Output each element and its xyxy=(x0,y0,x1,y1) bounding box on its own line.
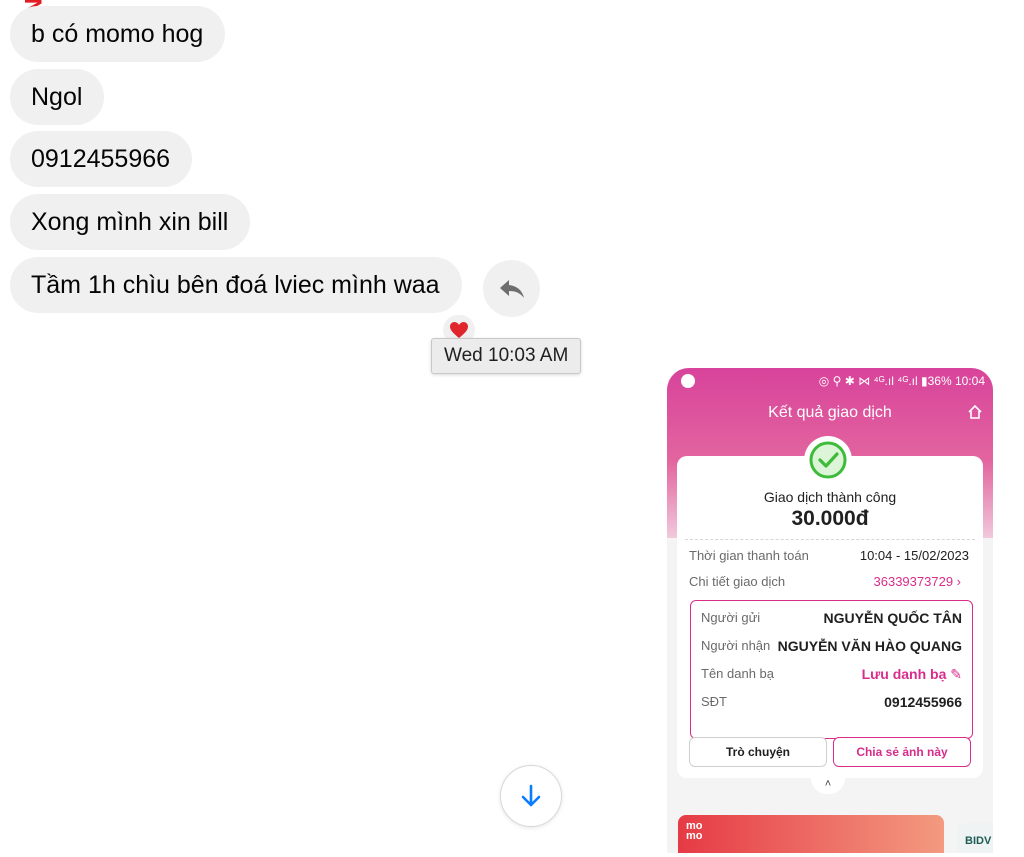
check-circle-icon xyxy=(809,441,847,479)
receiver-value: NGUYỄN VĂN HÀO QUANG xyxy=(777,638,962,654)
amount: 30.000đ xyxy=(791,507,869,530)
message-bubble[interactable]: b có momo hog xyxy=(10,6,226,62)
save-contact-link[interactable]: Lưu danh bạ ✎ xyxy=(862,666,962,683)
screenshot-title: Kết quả giao dịch xyxy=(768,404,892,421)
chevron-up-icon[interactable]: ˄ xyxy=(811,778,845,794)
camera-dot xyxy=(681,374,695,388)
transaction-id-link[interactable]: 36339373729 › xyxy=(874,574,961,589)
phone-row: SĐT 0912455966 xyxy=(701,694,962,710)
transaction-screenshot[interactable]: ◎ ⚲ ✱ ⋈ ⁴ᴳ.ıl ⁴ᴳ.ıl ▮36% 10:04 Kết quả g… xyxy=(667,368,993,853)
sender-label: Người gửi xyxy=(701,610,761,625)
receiver-row: Người nhận NGUYỄN VĂN HÀO QUANG xyxy=(701,638,962,654)
receiver-label: Người nhận xyxy=(701,638,771,653)
status-bar: ◎ ⚲ ✱ ⋈ ⁴ᴳ.ıl ⁴ᴳ.ıl ▮36% 10:04 xyxy=(818,374,985,388)
arrow-down-icon xyxy=(521,784,541,807)
reply-button[interactable] xyxy=(483,260,540,317)
sender-value: NGUYỄN QUỐC TÂN xyxy=(823,610,962,626)
message-bubble[interactable]: 0912455966 xyxy=(10,131,193,187)
phone-value: 0912455966 xyxy=(884,694,962,710)
message-bubble[interactable]: Ngol xyxy=(10,69,105,125)
home-icon xyxy=(967,404,983,425)
sender-row: Người gửi NGUYỄN QUỐC TÂN xyxy=(701,610,962,626)
reply-icon xyxy=(499,279,524,298)
divider xyxy=(685,539,975,540)
bank-banner[interactable]: BIDV xyxy=(957,823,993,853)
momo-logo: mo mo xyxy=(686,820,703,842)
payment-time-label: Thời gian thanh toán xyxy=(689,548,809,563)
payment-time-value: 10:04 - 15/02/2023 xyxy=(859,548,969,563)
message-bubble[interactable]: Tầm 1h chìu bên đoá lviec mình waa xyxy=(10,257,462,313)
chat-button[interactable]: Trò chuyện xyxy=(689,737,827,767)
contact-label: Tên danh bạ xyxy=(701,666,775,681)
promo-banner[interactable]: mo mo xyxy=(678,815,944,853)
scroll-to-bottom-button[interactable] xyxy=(500,765,562,827)
share-image-button[interactable]: Chia sẻ ảnh này xyxy=(833,737,971,767)
contact-row: Tên danh bạ Lưu danh bạ ✎ xyxy=(701,666,962,683)
success-check xyxy=(804,436,852,484)
payment-time-row: Thời gian thanh toán 10:04 - 15/02/2023 xyxy=(689,548,983,563)
transaction-detail-label: Chi tiết giao dịch xyxy=(689,574,786,589)
timestamp-tooltip: Wed 10:03 AM xyxy=(431,338,582,374)
heart-icon xyxy=(450,322,468,338)
phone-label: SĐT xyxy=(701,694,727,709)
transaction-detail-row[interactable]: Chi tiết giao dịch 36339373729 › xyxy=(689,574,983,589)
success-label: Giao dịch thành công xyxy=(763,489,897,505)
message-bubble[interactable]: Xong mình xin bill xyxy=(10,194,251,250)
parties-box: Người gửi NGUYỄN QUỐC TÂN Người nhận NGU… xyxy=(690,600,973,739)
